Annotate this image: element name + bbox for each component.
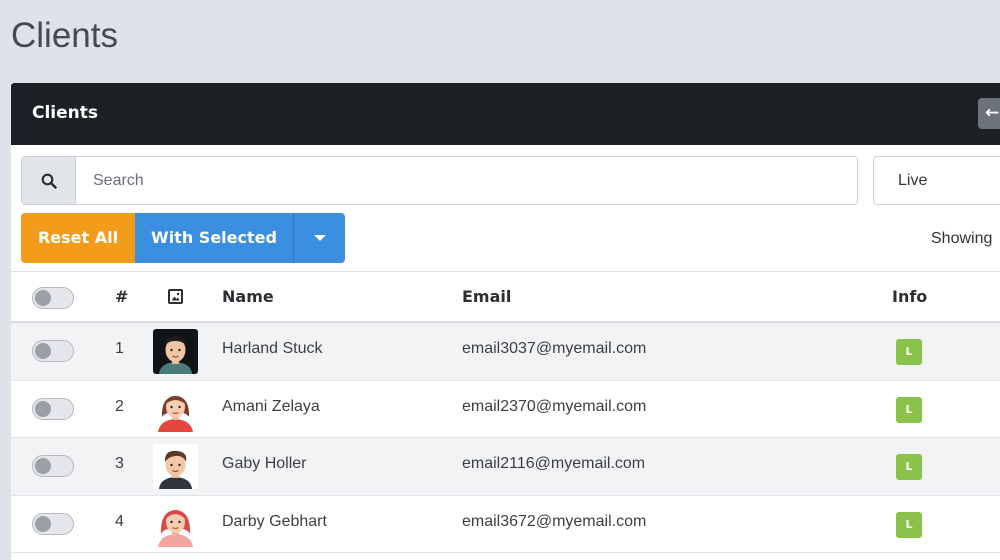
client-name[interactable]: Gaby Holler [222,455,306,473]
row-select-toggle[interactable] [32,455,74,477]
back-button[interactable]: ← [978,98,1000,129]
table-row[interactable]: 2 Amani Zelaya email2370@myemail.com L [11,380,1000,438]
info-badge[interactable]: L [896,396,922,423]
client-email: email3672@myemail.com [462,512,647,530]
with-selected-dropdown-button[interactable] [293,213,345,263]
toggle-knob [35,400,51,417]
search-addon [22,157,76,204]
toggle-knob [35,458,51,474]
reset-all-button[interactable]: Reset All [21,213,135,263]
row-number: 2 [115,397,124,415]
clients-card: Clients ← Live Reset All With Selected S… [11,83,1000,560]
table-row[interactable]: 1 Harland Stuck email3037@myemail.com L [11,323,1000,381]
client-email: email3037@myemail.com [462,340,647,357]
search-icon [41,173,57,189]
client-name[interactable]: Harland Stuck [222,340,323,358]
status-filter-value: Live [898,172,928,189]
row-select-toggle[interactable] [32,340,74,362]
row-number: 3 [115,455,124,472]
table-row[interactable]: 3 Gaby Holler email2116@myemail.com L [11,438,1000,496]
search-input[interactable] [77,157,857,204]
info-badge[interactable]: L [896,339,922,365]
arrow-left-icon: ← [985,103,1000,123]
column-header-number: # [115,287,129,306]
select-all-toggle[interactable] [32,287,74,309]
with-selected-button[interactable]: With Selected [135,213,293,263]
column-header-email: Email [462,287,512,306]
column-header-info: Info [892,287,928,306]
info-badge[interactable]: L [896,511,922,538]
row-select-toggle[interactable] [32,512,74,535]
image-icon [168,289,183,304]
status-filter-select[interactable]: Live [873,156,1000,205]
client-name[interactable]: Darby Gebhart [222,513,327,531]
avatar [153,501,198,547]
toggle-knob [35,515,51,532]
client-email: email2116@myemail.com [462,455,646,472]
client-name[interactable]: Amani Zelaya [222,398,320,416]
row-select-toggle[interactable] [32,397,74,420]
row-number: 4 [115,512,124,530]
card-title: Clients [32,103,99,123]
table-header-row: # Name Email Info [11,271,1000,323]
toggle-knob [35,343,51,359]
client-email: email2370@myemail.com [462,397,647,415]
showing-entries-text: Showing [931,230,993,247]
info-badge[interactable]: L [896,454,922,480]
clients-table: # Name Email Info 1 Harland Stuck email3… [11,271,1000,553]
avatar [153,386,198,432]
table-row[interactable]: 4 Darby Gebhart email3672@myemail.com L [11,495,1000,553]
search-group [21,156,858,205]
row-number: 1 [115,340,124,357]
toggle-knob [35,290,51,306]
column-header-name: Name [222,287,274,306]
caret-down-icon [314,235,326,241]
avatar [153,444,198,489]
card-header: Clients ← [11,83,1000,145]
avatar [153,329,198,374]
page-title: Clients [11,16,118,55]
